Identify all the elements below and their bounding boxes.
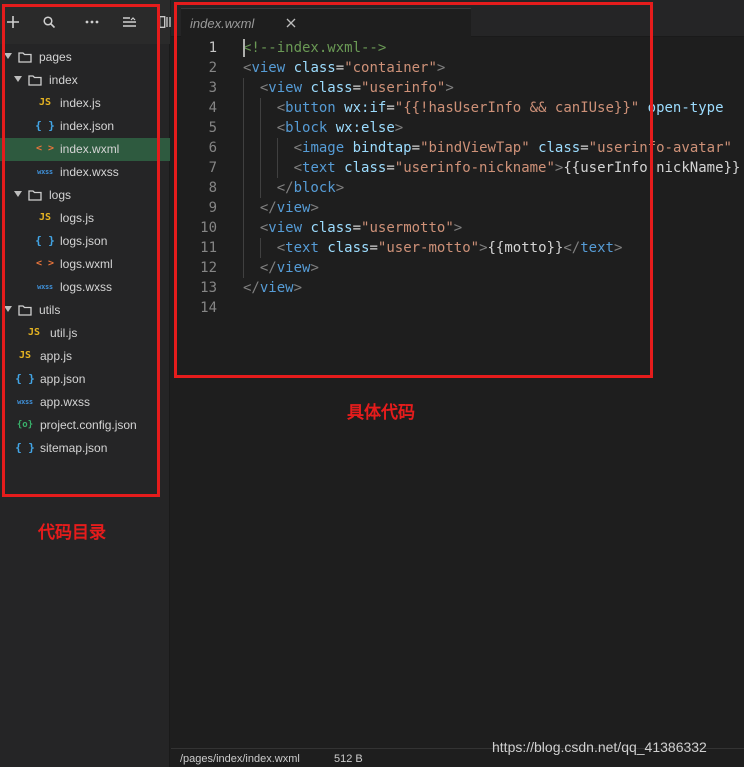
code-highlight-box [174,2,653,378]
status-file-size: 512 B [334,753,363,765]
status-file-path: /pages/index/index.wxml [180,753,300,765]
code-annotation-label: 具体代码 [347,403,415,423]
tree-highlight-box [2,4,160,497]
tree-annotation-label: 代码目录 [38,523,106,543]
watermark: https://blog.csdn.net/qq_41386332 [492,739,707,755]
code-token: open-type [647,100,724,116]
